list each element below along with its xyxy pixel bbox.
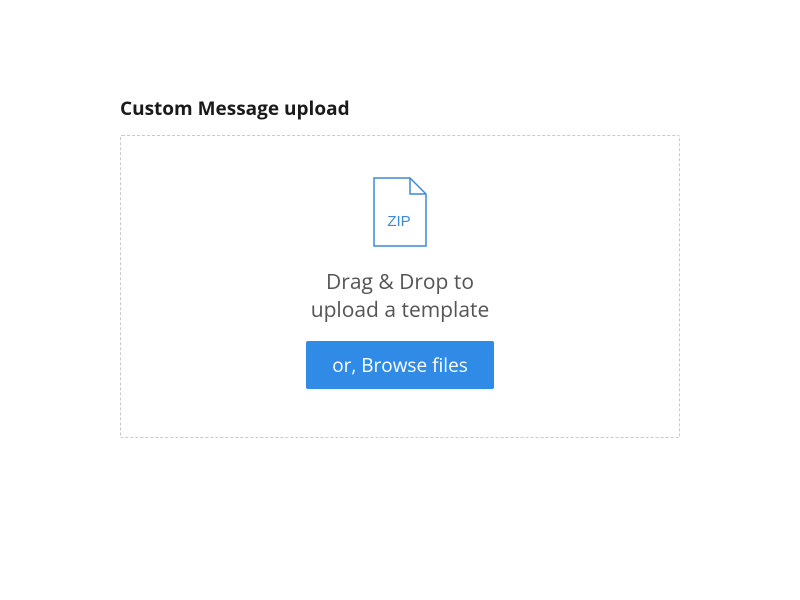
section-title: Custom Message upload bbox=[120, 95, 680, 121]
upload-dropzone[interactable]: ZIP Drag & Drop to upload a template or,… bbox=[120, 135, 680, 438]
zip-file-icon: ZIP bbox=[372, 176, 428, 248]
dropzone-instruction-line2: upload a template bbox=[311, 296, 490, 324]
dropzone-instruction-line1: Drag & Drop to bbox=[326, 268, 474, 296]
dropzone-instructions: Drag & Drop to upload a template bbox=[311, 268, 490, 325]
zip-file-icon-label: ZIP bbox=[387, 213, 410, 230]
browse-files-button[interactable]: or, Browse files bbox=[306, 341, 494, 389]
